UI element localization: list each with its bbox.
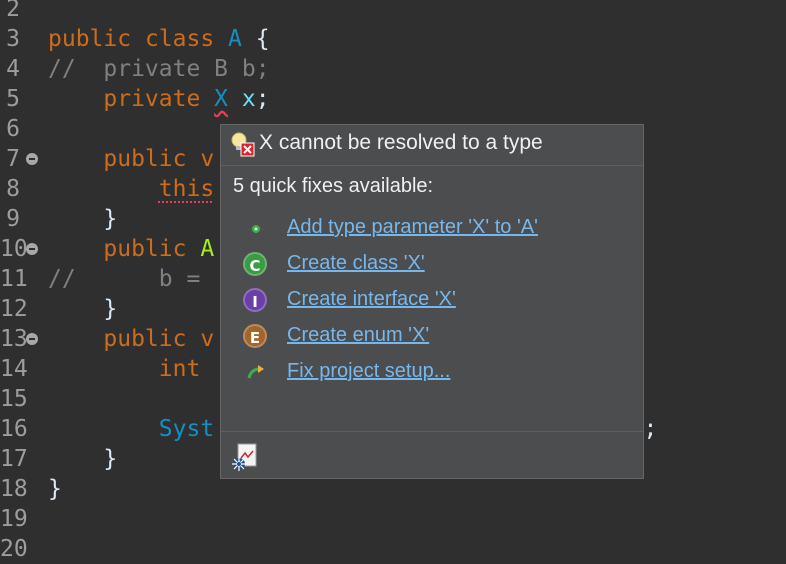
- code-token: {: [241, 26, 270, 52]
- fix-add-type-parameter[interactable]: Add type parameter 'X' to 'A': [221, 213, 643, 245]
- line-number: 16: [0, 416, 28, 442]
- code-text: // b =: [48, 264, 200, 294]
- fold-collapse-icon[interactable]: [26, 243, 38, 255]
- configure-problem-severity-icon[interactable]: [229, 441, 261, 473]
- interface-icon: I: [243, 288, 267, 312]
- popup-header: X cannot be resolved to a type: [221, 125, 643, 166]
- code-token: public: [48, 26, 145, 52]
- code-token: this: [158, 176, 215, 202]
- line-number: 18: [0, 476, 28, 502]
- code-token: public v: [48, 326, 215, 352]
- code-text: public class A {: [48, 24, 270, 54]
- line-number: 4: [6, 56, 20, 82]
- code-text: int: [48, 354, 201, 384]
- code-text: public A: [48, 234, 214, 264]
- fold-collapse-icon[interactable]: [26, 153, 38, 165]
- code-line[interactable]: 3 public class A {: [0, 24, 786, 54]
- code-token: X: [214, 86, 229, 112]
- code-line[interactable]: 20: [0, 534, 786, 564]
- code-text: this: [48, 174, 214, 204]
- line-number: 9: [6, 206, 20, 232]
- type-parameter-icon: [252, 225, 260, 233]
- enum-icon: E: [243, 324, 267, 348]
- code-token: int: [48, 356, 201, 382]
- code-token: x: [241, 86, 256, 112]
- fix-create-class[interactable]: C Create class 'X': [221, 249, 643, 281]
- code-text: }: [48, 444, 117, 474]
- line-number: 7: [6, 146, 20, 172]
- code-token: public v: [48, 146, 215, 172]
- fix-create-enum[interactable]: E Create enum 'X': [221, 321, 643, 353]
- code-token: // private B b;: [48, 56, 270, 82]
- line-number: 12: [0, 296, 28, 322]
- code-token: }: [48, 296, 118, 322]
- line-number: 11: [0, 266, 28, 292]
- code-token: A: [200, 236, 215, 262]
- fix-label[interactable]: Create interface 'X': [287, 288, 456, 311]
- code-line[interactable]: 5 private X x;: [0, 84, 786, 114]
- code-text: }: [48, 204, 117, 234]
- class-icon: C: [243, 252, 267, 276]
- code-line[interactable]: 2: [0, 0, 786, 24]
- line-number: 19: [0, 506, 28, 532]
- code-token: Syst: [48, 416, 215, 442]
- code-line[interactable]: 4 // private B b;: [0, 54, 786, 84]
- line-number: 20: [0, 536, 28, 562]
- code-text: }: [48, 474, 62, 504]
- code-line[interactable]: 19: [0, 504, 786, 534]
- fix-label[interactable]: Create enum 'X': [287, 324, 429, 347]
- code-token: }: [48, 206, 118, 232]
- fix-label[interactable]: Add type parameter 'X' to 'A': [287, 216, 538, 239]
- code-token: private: [48, 86, 215, 112]
- line-number: 2: [6, 0, 20, 22]
- popup-footer-divider: [221, 431, 643, 432]
- line-number: 5: [6, 86, 20, 112]
- code-token: }: [48, 476, 62, 502]
- code-token: // b =: [48, 266, 201, 292]
- line-number: 8: [6, 176, 20, 202]
- line-number: 10: [0, 236, 28, 262]
- line-number: 6: [6, 116, 20, 142]
- code-token: ;: [255, 86, 270, 112]
- code-text: private X x;: [48, 84, 270, 114]
- code-text: public v: [48, 324, 214, 354]
- popup-title: X cannot be resolved to a type: [259, 131, 543, 154]
- fold-collapse-icon[interactable]: [26, 333, 38, 345]
- quick-fix-popup: X cannot be resolved to a type 5 quick f…: [220, 124, 644, 479]
- line-number: 3: [6, 26, 20, 52]
- code-token: A: [228, 26, 242, 52]
- line-number: 15: [0, 386, 28, 412]
- fix-create-interface[interactable]: I Create interface 'X': [221, 285, 643, 317]
- line-number: 14: [0, 356, 28, 382]
- fix-label[interactable]: Create class 'X': [287, 252, 425, 275]
- line-number: 13: [0, 326, 28, 352]
- line-number: 17: [0, 446, 28, 472]
- code-token: public: [48, 236, 201, 262]
- code-token: }: [48, 446, 118, 472]
- code-text: public v: [48, 144, 214, 174]
- fix-project-icon: [247, 365, 264, 379]
- fix-project-setup[interactable]: Fix project setup...: [221, 357, 643, 389]
- error-lightbulb-icon: [231, 132, 255, 157]
- fix-count-label: 5 quick fixes available:: [233, 175, 434, 197]
- code-token: class: [144, 26, 229, 52]
- fix-label[interactable]: Fix project setup...: [287, 360, 450, 383]
- code-text: }: [48, 294, 117, 324]
- code-text: // private B b;: [48, 54, 270, 84]
